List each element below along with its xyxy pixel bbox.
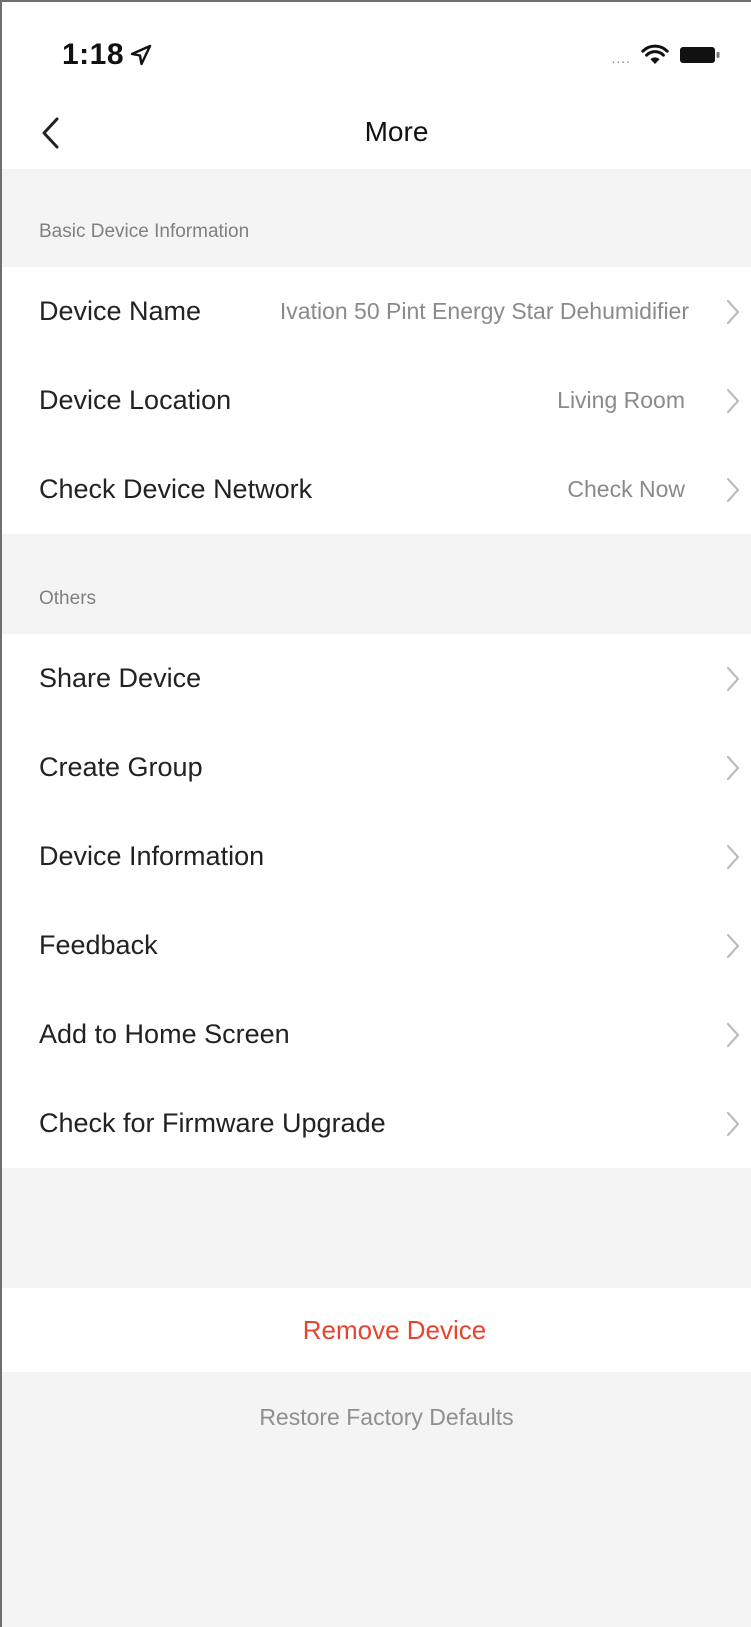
row-value: Check Now — [567, 476, 685, 502]
remove-device-label: Remove Device — [302, 1314, 487, 1345]
chevron-right-icon — [726, 844, 740, 869]
row-label: Create Group — [39, 752, 203, 782]
location-arrow-icon — [130, 44, 152, 66]
chevron-right-icon — [726, 666, 740, 691]
chevron-right-icon — [726, 299, 740, 324]
row-feedback[interactable]: Feedback — [2, 901, 751, 990]
row-create-group[interactable]: Create Group — [2, 723, 751, 812]
restore-factory-defaults-button[interactable]: Restore Factory Defaults — [2, 1404, 751, 1431]
row-label: Check Device Network — [39, 474, 313, 504]
row-label: Device Information — [39, 841, 265, 871]
row-value: Ivation 50 Pint Energy Star Dehumidifier — [279, 298, 689, 324]
row-label: Device Location — [39, 385, 232, 415]
wifi-icon — [641, 44, 669, 64]
signal-icon: .... — [611, 50, 631, 66]
row-label: Share Device — [39, 663, 202, 693]
row-device-location[interactable]: Device Location Living Room — [2, 356, 751, 445]
row-label: Device Name — [39, 296, 202, 326]
chevron-right-icon — [726, 933, 740, 958]
basic-info-group: Device Name Ivation 50 Pint Energy Star … — [2, 267, 751, 534]
row-check-device-network[interactable]: Check Device Network Check Now — [2, 445, 751, 534]
row-label: Check for Firmware Upgrade — [39, 1108, 386, 1138]
phone-screen: 1:18 .... More Basic Device Information … — [0, 0, 751, 1627]
chevron-right-icon — [726, 1022, 740, 1047]
chevron-right-icon — [726, 755, 740, 780]
battery-icon — [680, 47, 720, 63]
section-header-others: Others — [2, 534, 751, 634]
chevron-right-icon — [726, 1111, 740, 1136]
row-add-to-home-screen[interactable]: Add to Home Screen — [2, 990, 751, 1079]
others-group: Share Device Create Group Device Informa… — [2, 634, 751, 1168]
navigation-bar: More — [2, 97, 751, 169]
page-title: More — [364, 116, 429, 147]
status-icons: .... — [611, 40, 721, 70]
status-time: 1:18 — [62, 38, 125, 71]
row-device-information[interactable]: Device Information — [2, 812, 751, 901]
chevron-right-icon — [726, 477, 740, 502]
section-header-label: Others — [39, 588, 97, 609]
row-label: Add to Home Screen — [39, 1019, 290, 1049]
row-check-firmware-upgrade[interactable]: Check for Firmware Upgrade — [2, 1079, 751, 1168]
row-label: Feedback — [39, 930, 158, 960]
remove-device-button[interactable]: Remove Device — [2, 1288, 751, 1372]
section-header-label: Basic Device Information — [39, 221, 250, 242]
section-header-basic-info: Basic Device Information — [2, 169, 751, 267]
chevron-right-icon — [726, 388, 740, 413]
row-value: Living Room — [557, 387, 685, 413]
row-share-device[interactable]: Share Device — [2, 634, 751, 723]
row-device-name[interactable]: Device Name Ivation 50 Pint Energy Star … — [2, 267, 751, 356]
status-bar: 1:18 .... — [2, 2, 751, 97]
